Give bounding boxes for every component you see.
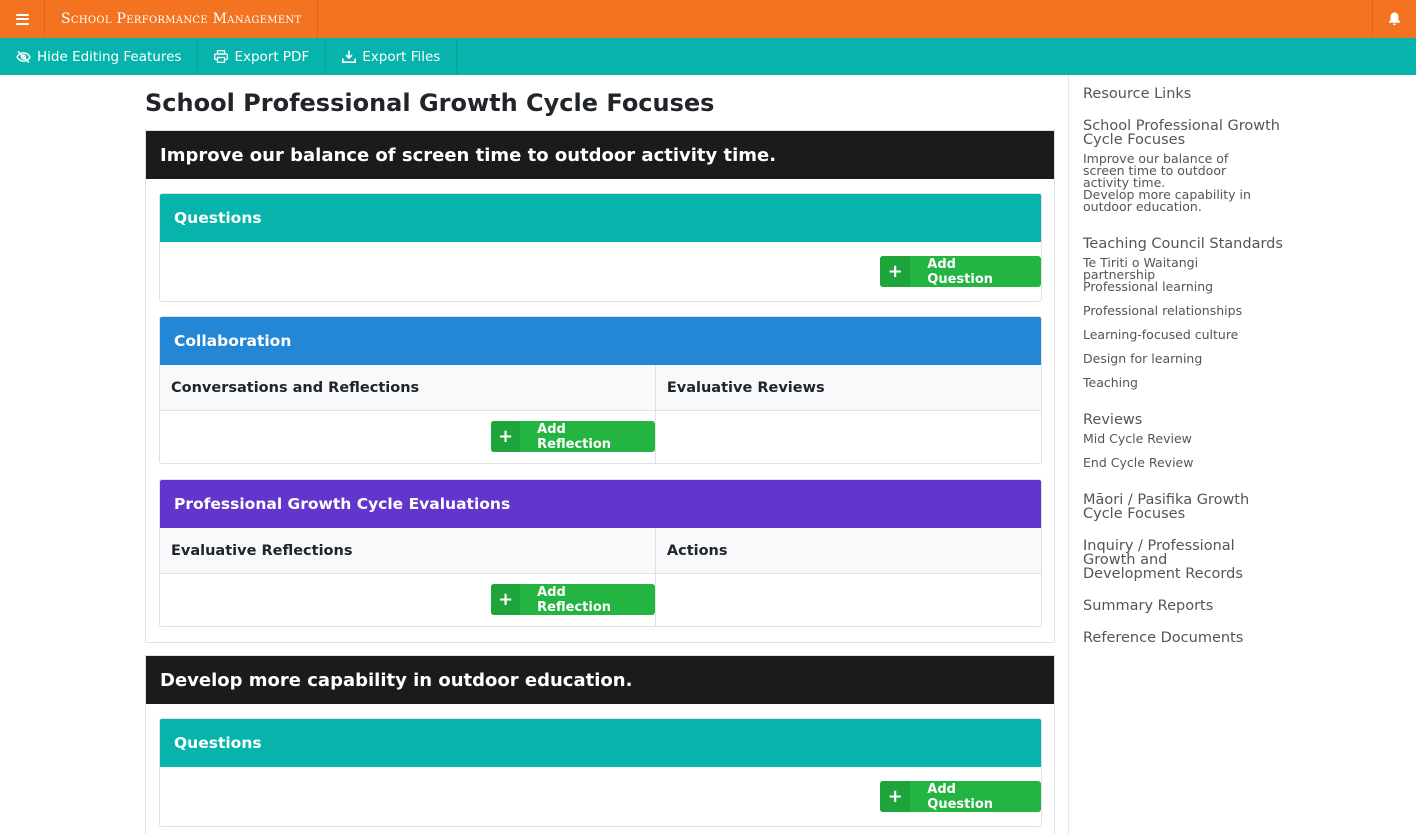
export-files-label: Export Files — [362, 48, 441, 65]
nav-focus-1[interactable]: Improve our balance of screen time to ou… — [1083, 152, 1273, 189]
export-pdf-label: Export PDF — [234, 48, 310, 65]
questions-card: Questions + Add Question — [159, 718, 1042, 827]
questions-header: Questions — [160, 719, 1041, 767]
toolbar: Hide Editing Features Export PDF Export … — [0, 38, 1416, 75]
column-header: Conversations and Reflections — [160, 365, 655, 411]
hide-editing-button[interactable]: Hide Editing Features — [0, 38, 199, 75]
nav-growth-focuses[interactable]: School Professional Growth Cycle Focuses — [1083, 119, 1283, 148]
download-icon — [342, 50, 357, 63]
column-header: Evaluative Reflections — [160, 528, 655, 574]
nav-summary-reports[interactable]: Summary Reports — [1083, 599, 1283, 614]
focus-title: Improve our balance of screen time to ou… — [146, 131, 1054, 179]
nav-reference-documents[interactable]: Reference Documents — [1083, 631, 1283, 646]
printer-icon — [214, 50, 229, 63]
nav-standard-item[interactable]: Design for learning — [1083, 352, 1273, 365]
nav-review-item[interactable]: End Cycle Review — [1083, 456, 1273, 469]
export-pdf-button[interactable]: Export PDF — [198, 38, 327, 75]
collaboration-header: Collaboration — [160, 317, 1041, 365]
focus-section: Improve our balance of screen time to ou… — [145, 130, 1055, 643]
sidebar-nav: Resource Links School Professional Growt… — [1068, 75, 1416, 834]
add-reflection-button[interactable]: + Add Reflection — [491, 584, 655, 615]
nav-standards[interactable]: Teaching Council Standards — [1083, 237, 1283, 252]
bell-icon — [1389, 12, 1400, 26]
app-title[interactable]: School Performance Management — [45, 0, 319, 38]
app-header: School Performance Management — [0, 0, 1416, 38]
questions-header: Questions — [160, 194, 1041, 242]
nav-inquiry[interactable]: Inquiry / Professional Growth and Develo… — [1083, 539, 1263, 582]
add-question-button[interactable]: + Add Question — [880, 256, 1041, 287]
page-title: School Professional Growth Cycle Focuses — [145, 89, 715, 117]
nav-review-item[interactable]: Mid Cycle Review — [1083, 432, 1273, 445]
menu-button[interactable] — [0, 0, 45, 38]
nav-standard-item[interactable]: Te Tiriti o Waitangi partnership — [1083, 256, 1273, 281]
column-header: Actions — [655, 528, 1041, 574]
questions-card: Questions + Add Question — [159, 193, 1042, 302]
nav-reviews[interactable]: Reviews — [1083, 413, 1283, 428]
nav-focus-2[interactable]: Develop more capability in outdoor educa… — [1083, 188, 1273, 213]
add-reflection-button[interactable]: + Add Reflection — [491, 421, 655, 452]
evaluations-header: Professional Growth Cycle Evaluations — [160, 480, 1041, 528]
add-question-button[interactable]: + Add Question — [880, 781, 1041, 812]
nav-resource-links[interactable]: Resource Links — [1083, 87, 1283, 102]
nav-standard-item[interactable]: Professional learning — [1083, 280, 1273, 293]
focus-title: Develop more capability in outdoor educa… — [146, 656, 1054, 704]
main-content: School Professional Growth Cycle Focuses… — [145, 75, 1055, 834]
plus-icon: + — [491, 584, 521, 615]
focus-section: Develop more capability in outdoor educa… — [145, 655, 1055, 834]
plus-icon: + — [880, 781, 911, 812]
nav-standard-item[interactable]: Learning-focused culture — [1083, 328, 1273, 341]
collaboration-card: Collaboration Conversations and Reflecti… — [159, 316, 1042, 464]
export-files-button[interactable]: Export Files — [326, 38, 458, 75]
eye-slash-icon — [16, 50, 31, 63]
plus-icon: + — [491, 421, 521, 452]
evaluations-card: Professional Growth Cycle Evaluations Ev… — [159, 479, 1042, 627]
nav-standard-item[interactable]: Professional relationships — [1083, 304, 1273, 317]
hamburger-icon — [15, 13, 29, 25]
nav-standard-item[interactable]: Teaching — [1083, 376, 1273, 389]
hide-editing-label: Hide Editing Features — [37, 48, 182, 65]
nav-maori-pasifika[interactable]: Māori / Pasifika Growth Cycle Focuses — [1083, 493, 1258, 522]
notifications-button[interactable] — [1372, 0, 1416, 38]
column-header: Evaluative Reviews — [655, 365, 1041, 411]
plus-icon: + — [880, 256, 911, 287]
